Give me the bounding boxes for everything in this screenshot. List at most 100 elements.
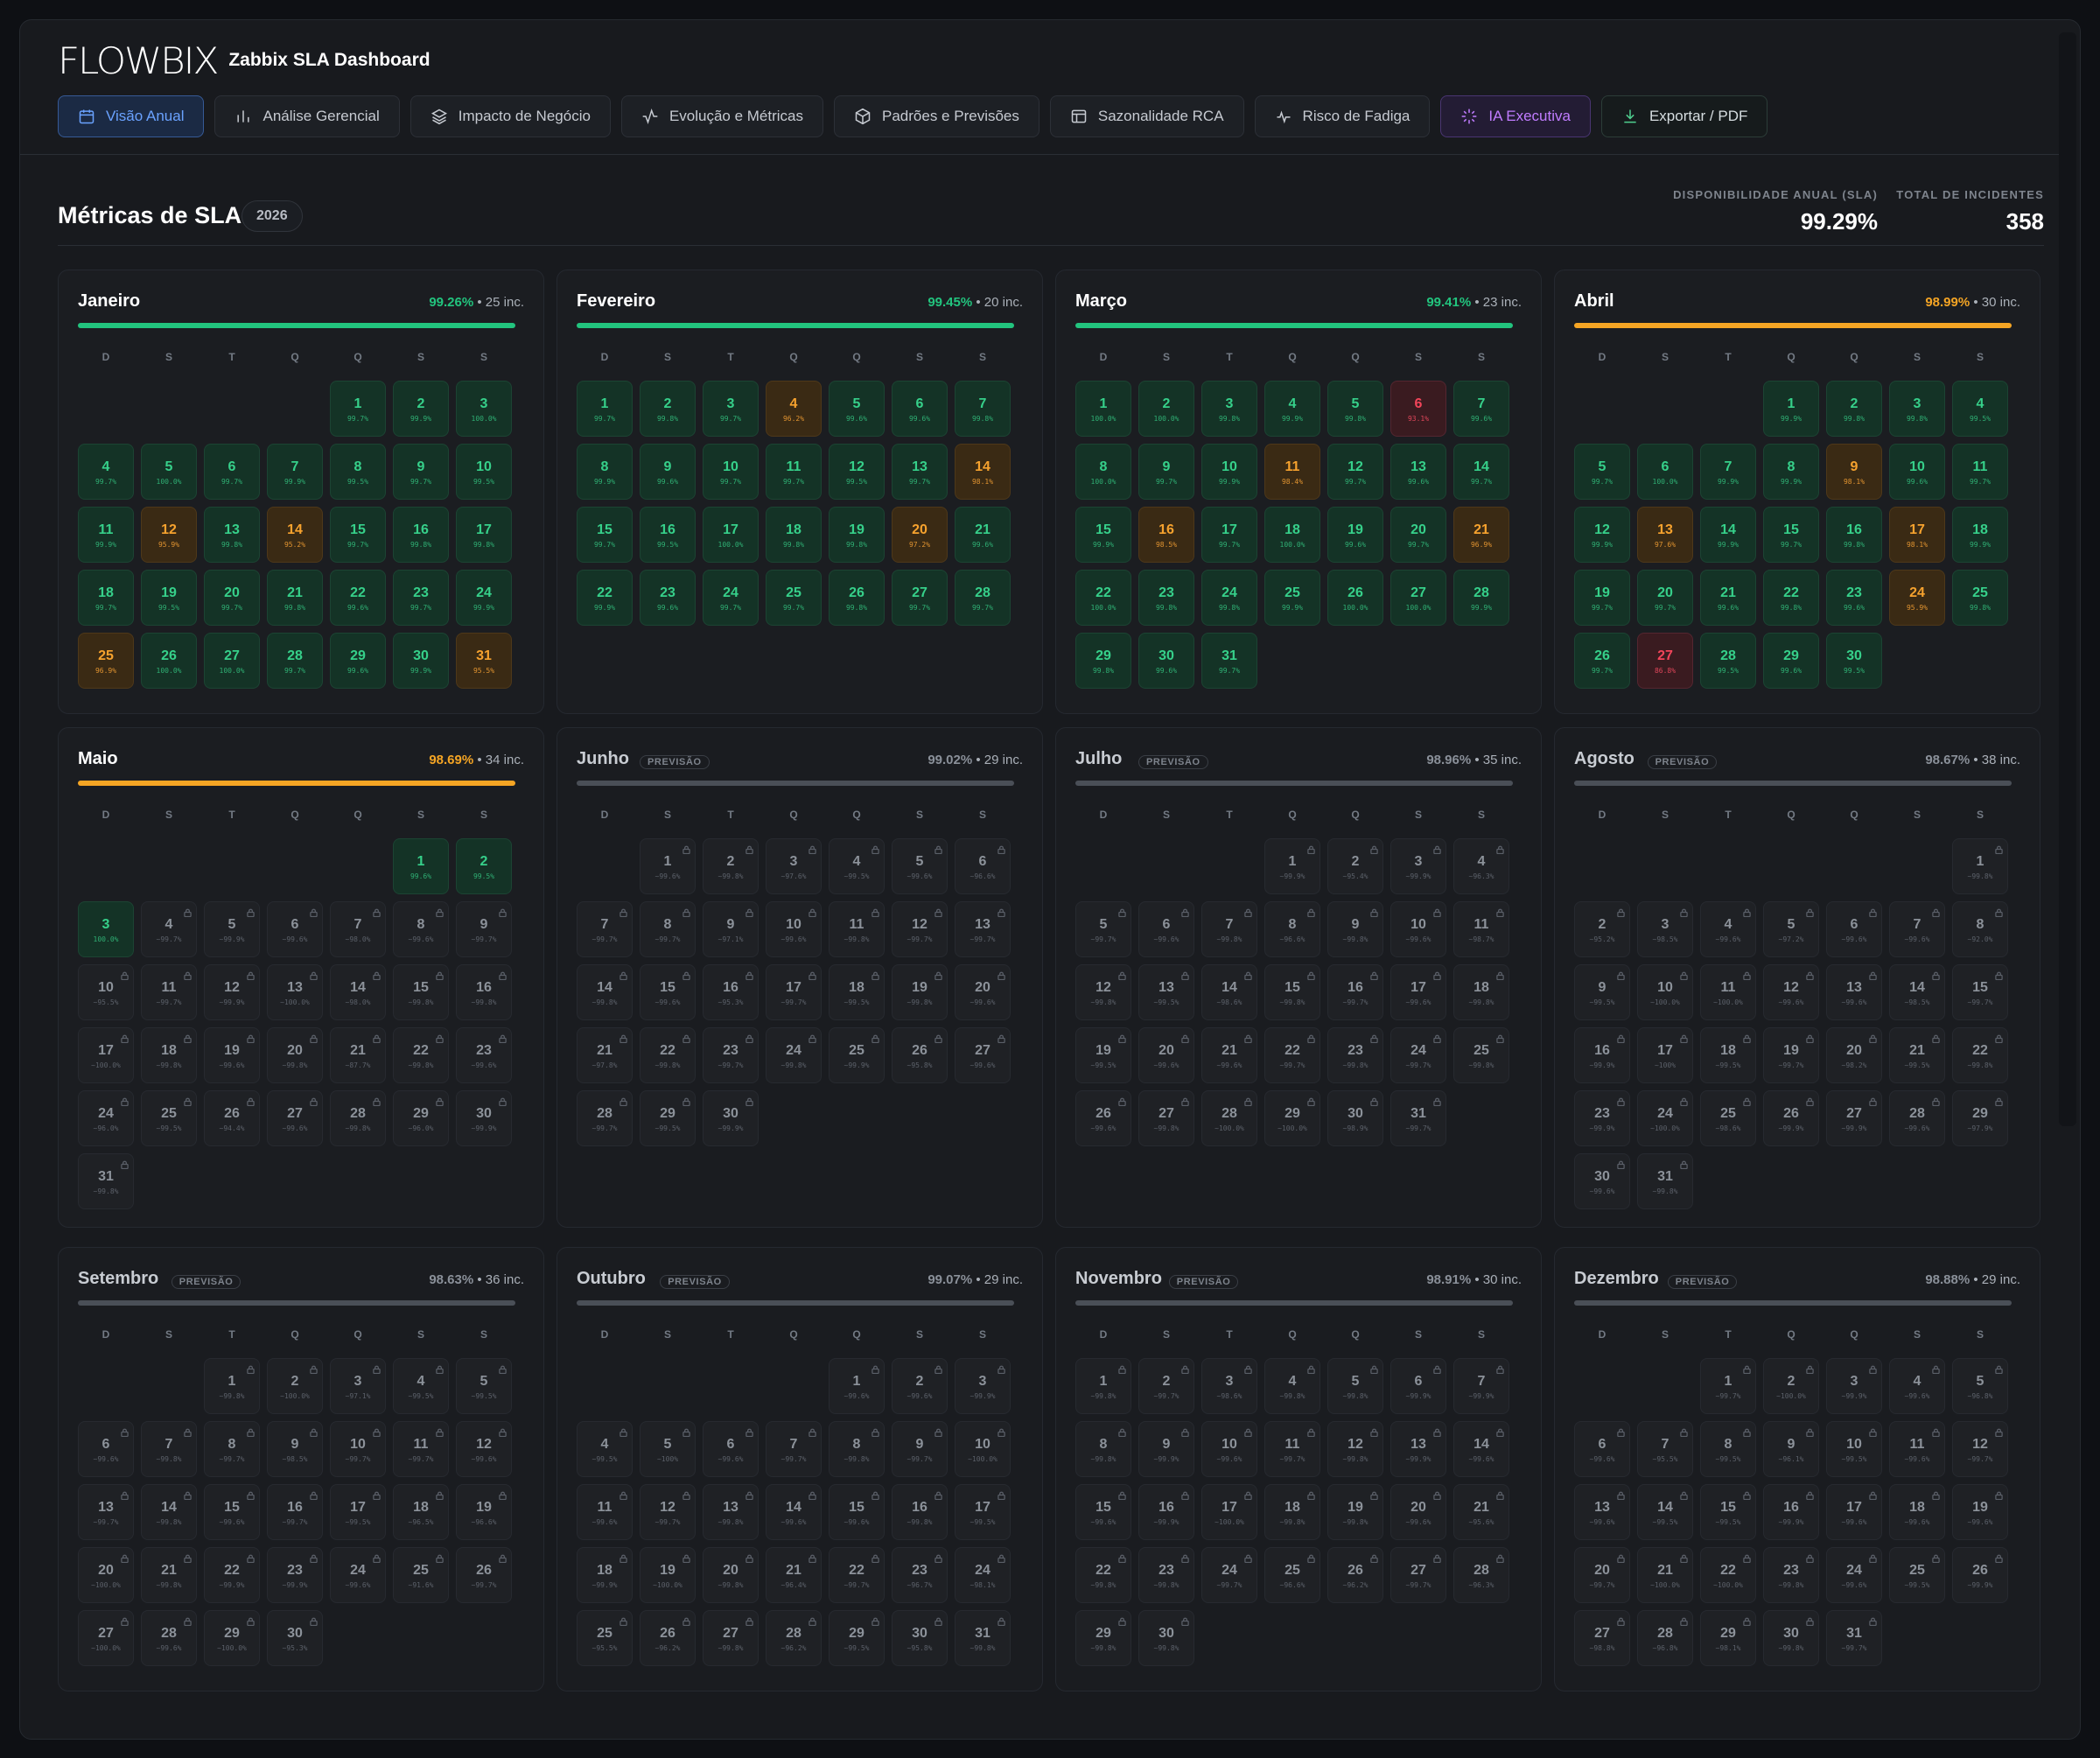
- day-cell[interactable]: 29 99.6%: [1763, 633, 1819, 689]
- day-cell[interactable]: 19 ~99.5%: [1075, 1027, 1131, 1083]
- day-cell[interactable]: 15 99.7%: [577, 507, 633, 563]
- day-cell[interactable]: 9 ~98.5%: [267, 1421, 323, 1477]
- day-cell[interactable]: 21 ~95.6%: [1453, 1484, 1509, 1540]
- day-cell[interactable]: 28 ~99.7%: [577, 1090, 633, 1146]
- day-cell[interactable]: 27 ~99.7%: [1390, 1547, 1446, 1603]
- day-cell[interactable]: 5 ~96.8%: [1952, 1358, 2008, 1414]
- day-cell[interactable]: 3 ~98.5%: [1637, 901, 1693, 957]
- day-cell[interactable]: 14 ~99.6%: [766, 1484, 822, 1540]
- day-cell[interactable]: 31 ~99.7%: [1390, 1090, 1446, 1146]
- day-cell[interactable]: 2 99.8%: [640, 381, 696, 437]
- day-cell[interactable]: 24 99.8%: [1201, 570, 1257, 626]
- day-cell[interactable]: 31 99.7%: [1201, 633, 1257, 689]
- day-cell[interactable]: 8 ~99.8%: [1075, 1421, 1131, 1477]
- day-cell[interactable]: 30 ~95.8%: [892, 1610, 948, 1666]
- day-cell[interactable]: 13 ~99.6%: [1826, 964, 1882, 1020]
- day-cell[interactable]: 22 99.6%: [330, 570, 386, 626]
- day-cell[interactable]: 23 ~99.9%: [1574, 1090, 1630, 1146]
- day-cell[interactable]: 1 99.7%: [577, 381, 633, 437]
- day-cell[interactable]: 23 ~99.8%: [1763, 1547, 1819, 1603]
- day-cell[interactable]: 8 ~92.0%: [1952, 901, 2008, 957]
- day-cell[interactable]: 4 ~99.5%: [577, 1421, 633, 1477]
- day-cell[interactable]: 31 ~99.7%: [1826, 1610, 1882, 1666]
- day-cell[interactable]: 24 ~99.7%: [1201, 1547, 1257, 1603]
- day-cell[interactable]: 2 99.5%: [456, 838, 512, 894]
- day-cell[interactable]: 28 ~96.3%: [1453, 1547, 1509, 1603]
- scrollbar[interactable]: [2059, 32, 2076, 1126]
- day-cell[interactable]: 3 ~99.9%: [1390, 838, 1446, 894]
- day-cell[interactable]: 14 ~99.5%: [1637, 1484, 1693, 1540]
- day-cell[interactable]: 4 99.5%: [1952, 381, 2008, 437]
- day-cell[interactable]: 11 99.9%: [78, 507, 134, 563]
- day-cell[interactable]: 4 ~99.7%: [141, 901, 197, 957]
- day-cell[interactable]: 5 ~97.2%: [1763, 901, 1819, 957]
- day-cell[interactable]: 4 ~99.5%: [829, 838, 885, 894]
- day-cell[interactable]: 22 ~99.7%: [1264, 1027, 1320, 1083]
- day-cell[interactable]: 29 ~99.5%: [829, 1610, 885, 1666]
- day-cell[interactable]: 24 99.7%: [703, 570, 759, 626]
- day-cell[interactable]: 30 ~99.6%: [1574, 1153, 1630, 1209]
- day-cell[interactable]: 21 99.6%: [955, 507, 1011, 563]
- day-cell[interactable]: 24 ~99.6%: [1826, 1547, 1882, 1603]
- day-cell[interactable]: 22 ~99.8%: [640, 1027, 696, 1083]
- day-cell[interactable]: 1 99.7%: [330, 381, 386, 437]
- day-cell[interactable]: 6 99.6%: [892, 381, 948, 437]
- day-cell[interactable]: 26 ~99.9%: [1763, 1090, 1819, 1146]
- day-cell[interactable]: 13 99.7%: [892, 444, 948, 500]
- day-cell[interactable]: 25 96.9%: [78, 633, 134, 689]
- day-cell[interactable]: 28 ~99.8%: [330, 1090, 386, 1146]
- day-cell[interactable]: 11 ~99.7%: [1264, 1421, 1320, 1477]
- day-cell[interactable]: 23 99.6%: [1826, 570, 1882, 626]
- tab-analise-gerencial[interactable]: Análise Gerencial: [214, 95, 400, 137]
- day-cell[interactable]: 7 ~99.9%: [1453, 1358, 1509, 1414]
- day-cell[interactable]: 25 99.8%: [1952, 570, 2008, 626]
- day-cell[interactable]: 17 ~100.0%: [78, 1027, 134, 1083]
- day-cell[interactable]: 1 ~99.9%: [1264, 838, 1320, 894]
- day-cell[interactable]: 16 ~99.8%: [456, 964, 512, 1020]
- day-cell[interactable]: 25 ~99.5%: [1889, 1547, 1945, 1603]
- day-cell[interactable]: 15 ~99.6%: [640, 964, 696, 1020]
- day-cell[interactable]: 1 ~99.8%: [204, 1358, 260, 1414]
- day-cell[interactable]: 5 ~100%: [640, 1421, 696, 1477]
- day-cell[interactable]: 15 ~99.5%: [1700, 1484, 1756, 1540]
- day-cell[interactable]: 29 ~97.9%: [1952, 1090, 2008, 1146]
- day-cell[interactable]: 12 ~99.6%: [1763, 964, 1819, 1020]
- day-cell[interactable]: 17 ~99.7%: [766, 964, 822, 1020]
- day-cell[interactable]: 25 99.9%: [1264, 570, 1320, 626]
- tab-evolucao-e-metricas[interactable]: Evolução e Métricas: [620, 95, 824, 137]
- day-cell[interactable]: 8 ~96.6%: [1264, 901, 1320, 957]
- day-cell[interactable]: 14 ~99.8%: [141, 1484, 197, 1540]
- day-cell[interactable]: 30 99.9%: [393, 633, 449, 689]
- day-cell[interactable]: 9 99.7%: [1138, 444, 1194, 500]
- day-cell[interactable]: 27 ~100.0%: [78, 1610, 134, 1666]
- day-cell[interactable]: 22 ~99.8%: [1952, 1027, 2008, 1083]
- day-cell[interactable]: 13 99.6%: [1390, 444, 1446, 500]
- day-cell[interactable]: 11 98.4%: [1264, 444, 1320, 500]
- day-cell[interactable]: 20 ~100.0%: [78, 1547, 134, 1603]
- day-cell[interactable]: 24 ~100.0%: [1637, 1090, 1693, 1146]
- day-cell[interactable]: 22 ~99.8%: [1075, 1547, 1131, 1603]
- day-cell[interactable]: 18 ~99.8%: [1453, 964, 1509, 1020]
- day-cell[interactable]: 1 ~99.7%: [1700, 1358, 1756, 1414]
- day-cell[interactable]: 3 100.0%: [78, 901, 134, 957]
- day-cell[interactable]: 17 ~99.5%: [330, 1484, 386, 1540]
- day-cell[interactable]: 4 ~99.5%: [393, 1358, 449, 1414]
- day-cell[interactable]: 13 ~100.0%: [267, 964, 323, 1020]
- day-cell[interactable]: 11 ~99.6%: [1889, 1421, 1945, 1477]
- day-cell[interactable]: 4 ~99.6%: [1700, 901, 1756, 957]
- day-cell[interactable]: 7 ~99.8%: [1201, 901, 1257, 957]
- day-cell[interactable]: 19 ~99.8%: [1327, 1484, 1383, 1540]
- day-cell[interactable]: 3 ~99.9%: [955, 1358, 1011, 1414]
- day-cell[interactable]: 21 ~99.8%: [141, 1547, 197, 1603]
- day-cell[interactable]: 27 ~99.8%: [703, 1610, 759, 1666]
- day-cell[interactable]: 20 ~98.2%: [1826, 1027, 1882, 1083]
- day-cell[interactable]: 26 ~99.9%: [1952, 1547, 2008, 1603]
- day-cell[interactable]: 7 99.8%: [955, 381, 1011, 437]
- day-cell[interactable]: 3 ~97.6%: [766, 838, 822, 894]
- day-cell[interactable]: 20 99.7%: [1390, 507, 1446, 563]
- day-cell[interactable]: 8 99.5%: [330, 444, 386, 500]
- day-cell[interactable]: 24 99.9%: [456, 570, 512, 626]
- day-cell[interactable]: 5 ~99.6%: [892, 838, 948, 894]
- day-cell[interactable]: 18 100.0%: [1264, 507, 1320, 563]
- day-cell[interactable]: 19 ~99.6%: [1952, 1484, 2008, 1540]
